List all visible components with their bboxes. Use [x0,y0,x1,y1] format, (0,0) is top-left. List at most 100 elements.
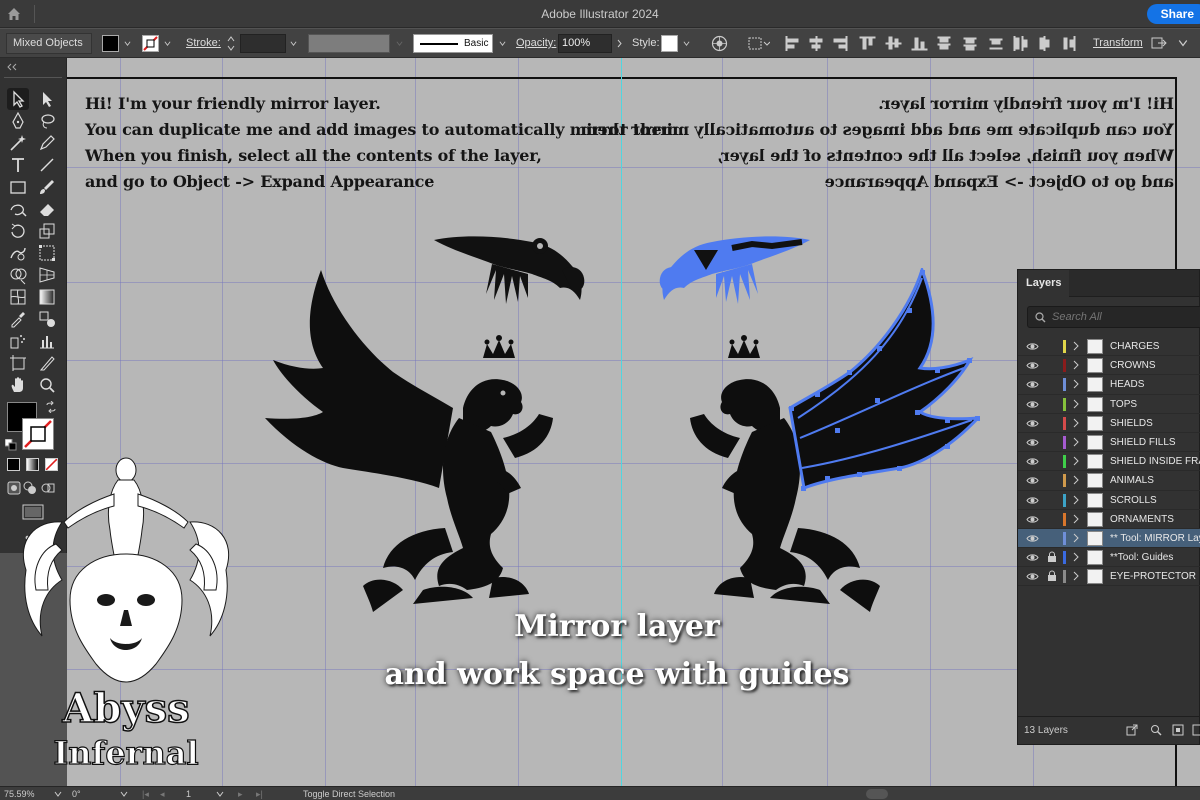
artboard-number[interactable]: 1 [186,788,191,800]
chevron-right-icon[interactable] [1072,379,1080,389]
chevron-down-icon[interactable] [683,40,690,47]
eye-visibility-icon[interactable] [1026,514,1039,525]
mirrored-instructions[interactable]: Hi! I'm your friendly mirror layer. You … [575,91,1174,195]
layer-row[interactable]: TOPS [1018,395,1200,414]
layer-name[interactable]: SHIELD INSIDE FRAME [1110,452,1200,471]
variable-width-profile[interactable] [308,34,390,53]
make-clipping-mask-icon[interactable] [1172,724,1184,736]
eye-visibility-icon[interactable] [1026,379,1039,390]
layer-name[interactable]: CROWNS [1110,356,1156,375]
layer-name[interactable]: CHARGES [1110,337,1159,356]
chevron-right-icon[interactable] [1072,341,1080,351]
layer-row[interactable]: ** Tool: MIRROR Layer [1018,528,1200,549]
swap-colors-icon[interactable] [45,401,57,413]
align-distribute-icons[interactable] [784,36,1084,51]
transform-label[interactable]: Transform [1093,29,1143,58]
horizontal-scrollbar-thumb[interactable] [866,789,888,799]
layer-name[interactable]: ANIMALS [1110,471,1154,490]
layer-row[interactable]: CROWNS [1018,356,1200,376]
rotate-tool[interactable] [7,220,29,242]
chevron-down-icon[interactable] [124,40,131,47]
stepper-icon[interactable] [226,35,236,52]
paintbrush-tool[interactable] [36,176,58,198]
selection-tool[interactable] [7,88,29,110]
artboard-tool[interactable] [7,352,29,374]
chevron-right-icon[interactable] [1072,437,1080,447]
rotation-value[interactable]: 0° [72,788,81,800]
column-graph-tool[interactable] [36,330,58,352]
brush-definition-select[interactable]: Basic [413,34,493,53]
layer-row[interactable]: CHARGES [1018,337,1200,357]
perspective-grid-tool[interactable] [36,264,58,286]
chevron-down-icon[interactable] [54,790,62,798]
align-to-icon[interactable] [748,36,770,51]
previous-artboard-icon[interactable]: ◂ [160,788,165,800]
tab-layers[interactable]: Layers [1018,270,1070,297]
chevron-right-icon[interactable] [616,39,623,48]
type-tool[interactable] [7,154,29,176]
stroke-weight-input[interactable] [240,34,286,53]
chevron-down-icon[interactable] [164,40,171,47]
slice-tool[interactable] [36,352,58,374]
lasso-tool[interactable] [36,110,58,132]
winged-lion-art[interactable] [263,268,563,613]
layer-name[interactable]: HEADS [1110,375,1144,394]
eye-visibility-icon[interactable] [1026,418,1039,429]
layer-name[interactable]: EYE-PROTECTOR [1110,567,1196,586]
recolor-artwork-icon[interactable] [711,35,728,52]
collapse-panel-icon[interactable] [6,63,18,71]
eye-visibility-icon[interactable] [1026,552,1039,563]
chevron-down-icon[interactable] [499,40,506,47]
layer-name[interactable]: SCROLLS [1110,491,1157,510]
graphic-style-swatch[interactable] [661,35,678,52]
chevron-down-icon[interactable] [396,40,403,47]
layer-row[interactable]: ANIMALS [1018,471,1200,491]
chevron-down-icon[interactable] [216,790,224,798]
share-button[interactable]: Share [1146,4,1200,24]
eye-visibility-icon[interactable] [1026,399,1039,410]
layers-search[interactable] [1027,306,1200,328]
next-artboard-icon[interactable]: ▸ [238,788,243,800]
opacity-input[interactable]: 100% [558,34,612,53]
chevron-right-icon[interactable] [1072,475,1080,485]
layers-search-input[interactable] [1052,309,1192,325]
curvature-tool[interactable] [7,132,29,154]
symbol-sprayer-tool[interactable] [7,330,29,352]
layer-row[interactable]: EYE-PROTECTOR [1018,567,1200,587]
eye-visibility-icon[interactable] [1026,571,1039,582]
eyedropper-tool[interactable] [7,308,29,330]
blend-tool[interactable] [36,308,58,330]
stroke-label[interactable]: Stroke: [186,29,221,58]
warp-tool[interactable] [7,242,29,264]
hand-tool[interactable] [7,374,29,396]
locate-object-icon[interactable] [1150,724,1162,736]
stroke-color-box[interactable] [22,418,54,450]
layer-row[interactable]: ORNAMENTS [1018,510,1200,529]
zoom-level[interactable]: 75.59% [4,788,35,800]
layer-row[interactable]: SCROLLS [1018,491,1200,510]
eye-visibility-icon[interactable] [1026,495,1039,506]
layer-row[interactable]: SHIELD INSIDE FRAME [1018,452,1200,472]
eraser-tool[interactable] [36,198,58,220]
layer-name[interactable]: ** Tool: MIRROR Layer [1110,529,1200,548]
layer-name[interactable]: SHIELDS [1110,414,1153,433]
chevron-down-icon[interactable] [1178,38,1188,48]
zoom-tool[interactable] [36,374,58,396]
layer-row[interactable]: HEADS [1018,375,1200,395]
chevron-down-icon[interactable] [120,790,128,798]
export-icon[interactable] [1126,724,1138,736]
winged-lion-mirrored-art[interactable] [680,268,980,613]
line-tool[interactable] [36,154,58,176]
chevron-right-icon[interactable] [1072,399,1080,409]
stroke-swatch[interactable] [142,35,159,52]
chevron-down-icon[interactable] [290,40,297,47]
pen-tool[interactable] [7,110,29,132]
chevron-right-icon[interactable] [1072,456,1080,466]
free-transform-tool[interactable] [36,242,58,264]
lock-icon[interactable] [1047,570,1057,582]
gradient-tool[interactable] [36,286,58,308]
mirror-instructions[interactable]: Hi! I'm your friendly mirror layer. You … [85,91,684,195]
eye-visibility-icon[interactable] [1026,437,1039,448]
chevron-right-icon[interactable] [1072,571,1080,581]
shaper-tool[interactable] [7,198,29,220]
